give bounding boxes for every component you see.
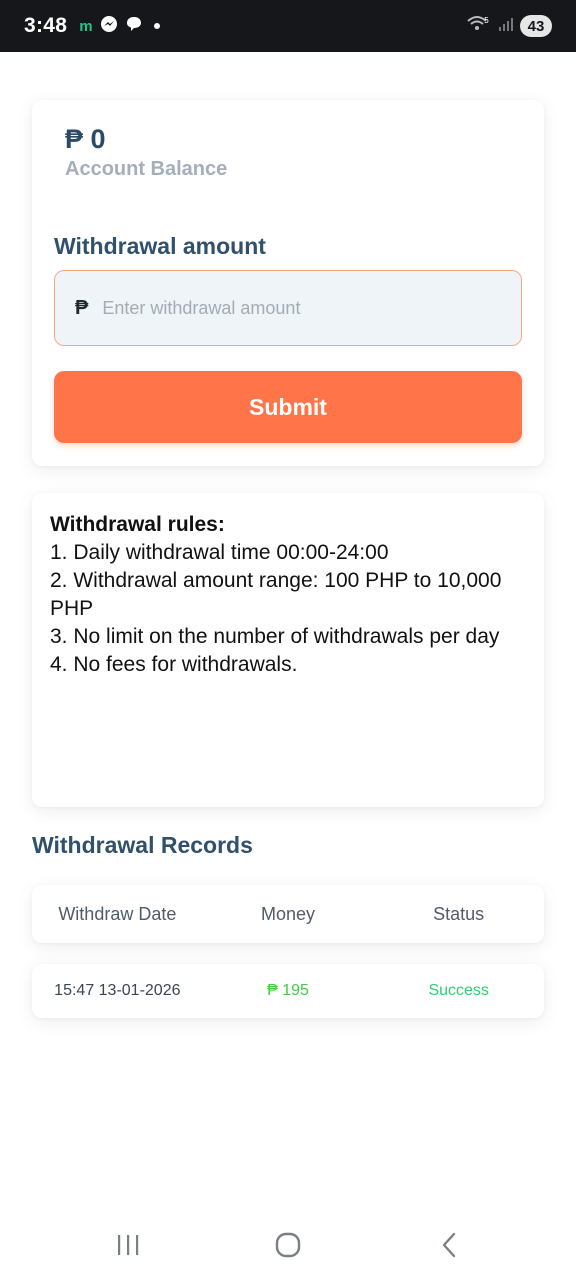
withdrawal-records-title: Withdrawal Records [32,832,253,858]
system-icons: 5 43 [466,14,552,39]
rule-item: 2. Withdrawal amount range: 100 PHP to 1… [50,569,502,620]
battery-indicator: 43 [520,15,552,37]
balance-currency-symbol: ₱ [65,124,84,154]
column-header-status: Status [433,903,485,924]
status-bar: 3:48 m 5 43 [0,0,576,52]
submit-button[interactable]: Submit [54,371,522,443]
status-time: 3:48 [24,14,68,37]
account-balance-label: Account Balance [65,158,228,180]
rule-item: 3. No limit on the number of withdrawals… [50,625,500,648]
wifi-icon: 5 [466,14,492,39]
column-header-date: Withdraw Date [58,903,177,924]
home-icon[interactable] [268,1228,308,1262]
rule-item: 1. Daily withdrawal time 00:00-24:00 [50,541,389,564]
m-app-icon: m [79,17,93,35]
withdrawal-rules-title: Withdrawal rules: [50,513,225,536]
withdraw-card: ₱ 0 Account Balance Withdrawal amount ₱ … [32,100,544,466]
signal-icon [498,16,514,37]
withdrawal-rules-card: Withdrawal rules: 1. Daily withdrawal ti… [32,493,544,807]
withdrawal-amount-title: Withdrawal amount [54,233,266,259]
more-notifications-dot [153,23,160,29]
messenger-icon [100,15,118,38]
record-money: ₱ 195 [267,982,309,999]
notification-icons: m [79,15,160,38]
withdrawal-amount-input[interactable] [102,297,483,319]
network-label: 5 [484,16,489,25]
chat-bubble-icon [125,15,143,38]
back-icon[interactable] [430,1228,470,1262]
records-table-header: Withdraw Date Money Status [32,885,544,943]
navigation-bar [0,1210,576,1280]
record-date: 15:47 13-01-2026 [54,982,181,999]
account-balance-value: ₱ 0 [65,124,106,155]
peso-icon: ₱ [75,296,89,319]
record-status: Success [428,982,489,999]
recent-apps-icon[interactable] [108,1228,148,1262]
table-row: 15:47 13-01-2026 ₱ 195 Success [32,964,544,1018]
rule-item: 4. No fees for withdrawals. [50,653,298,676]
column-header-money: Money [260,903,316,924]
balance-amount: 0 [90,124,106,154]
withdrawal-amount-field[interactable]: ₱ [54,270,522,346]
